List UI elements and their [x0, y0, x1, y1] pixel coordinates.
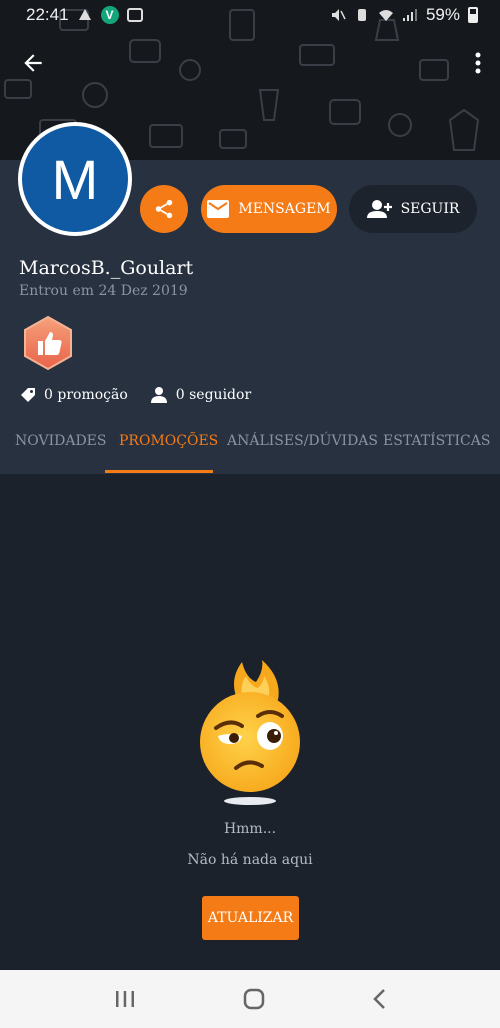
v-app-icon: V — [100, 6, 119, 24]
back-button[interactable] — [20, 50, 46, 76]
tab-novidades[interactable]: NOVIDADES — [15, 433, 107, 449]
status-bar: 22:41 V 59% — [0, 0, 500, 30]
person-icon — [150, 387, 167, 403]
refresh-button[interactable]: ATUALIZAR — [202, 896, 299, 940]
more-options-button[interactable] — [474, 51, 482, 75]
tag-icon — [21, 388, 35, 402]
top-toolbar — [0, 40, 500, 86]
more-vert-icon — [475, 52, 481, 74]
battery-icon — [468, 7, 478, 23]
followers-count: 0 seguidor — [175, 387, 252, 403]
mute-icon — [331, 9, 346, 21]
system-nav-bar — [0, 970, 500, 1028]
battery-percent: 59% — [425, 5, 460, 24]
back-arrow-icon — [24, 54, 42, 72]
share-icon — [155, 199, 173, 219]
empty-title: Hmm... — [223, 821, 277, 837]
mail-icon — [207, 200, 230, 218]
status-time: 22:41 — [26, 5, 69, 24]
message-label: MENSAGEM — [238, 201, 331, 217]
notification-icon — [78, 9, 91, 20]
share-button[interactable] — [140, 185, 188, 233]
home-icon[interactable] — [243, 988, 265, 1010]
thumbs-up-icon[interactable] — [22, 315, 74, 371]
tab-estatisticas[interactable]: ESTATÍSTICAS — [383, 433, 490, 449]
active-tab-indicator — [105, 470, 213, 473]
username: MarcosB._Goulart — [19, 257, 194, 279]
empty-state: Hmm... Não há nada aqui ATUALIZAR — [0, 474, 500, 970]
follow-button[interactable]: SEGUIR — [349, 185, 477, 233]
alarm-icon — [357, 9, 366, 21]
empty-message: Não há nada aqui — [187, 852, 313, 868]
profile-tabs: NOVIDADES PROMOÇÕES ANÁLISES/DÚVIDAS EST… — [0, 420, 500, 473]
tab-analises-duvidas[interactable]: ANÁLISES/DÚVIDAS — [227, 433, 378, 449]
gallery-icon — [126, 8, 143, 22]
join-date: Entrou em 24 Dez 2019 — [19, 283, 188, 299]
confused-flame-mascot-icon — [200, 660, 300, 805]
person-add-icon — [366, 200, 392, 218]
back-nav-icon[interactable] — [372, 988, 386, 1010]
follow-label: SEGUIR — [400, 201, 460, 217]
message-button[interactable]: MENSAGEM — [201, 185, 337, 233]
recents-icon[interactable] — [114, 990, 136, 1008]
wifi-icon — [378, 10, 393, 21]
signal-icon — [402, 9, 417, 21]
promotions-count: 0 promoção — [44, 387, 128, 403]
tab-promocoes[interactable]: PROMOÇÕES — [119, 433, 218, 449]
promotions-stat: 0 promoção — [20, 386, 128, 404]
followers-stat: 0 seguidor — [150, 386, 251, 404]
avatar[interactable]: M — [18, 122, 132, 236]
profile-stats: 0 promoção 0 seguidor — [20, 386, 251, 404]
